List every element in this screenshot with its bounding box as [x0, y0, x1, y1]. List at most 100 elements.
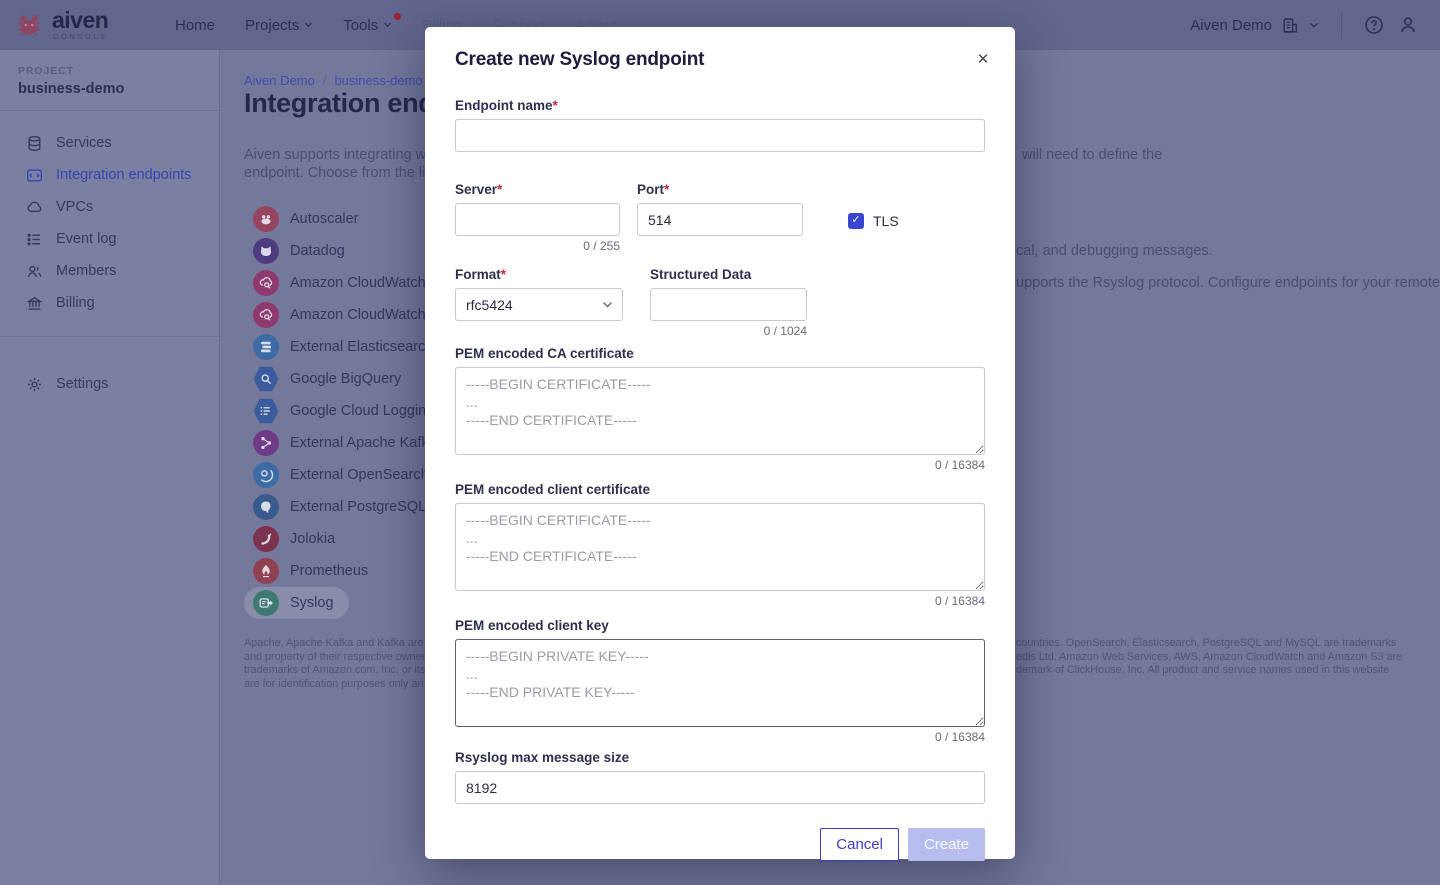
amazon-cloudwatch-logs-icon — [253, 270, 279, 296]
intro-text-line1-right: will need to define the — [1022, 147, 1162, 163]
integration-label: External Elasticsearch — [290, 339, 433, 355]
project-section-label: PROJECT — [18, 65, 201, 77]
eventlog-icon — [26, 231, 43, 248]
close-icon[interactable]: ✕ — [971, 47, 995, 71]
sidebar-item-members[interactable]: Members — [0, 255, 219, 287]
integration-label: Jolokia — [290, 531, 335, 547]
integration-item-google-cloud-logging[interactable]: Google Cloud Logging — [244, 395, 449, 427]
sidebar-item-vpcs[interactable]: VPCs — [0, 191, 219, 223]
required-mark: * — [664, 182, 669, 197]
members-icon — [26, 263, 43, 280]
integration-item-jolokia[interactable]: Jolokia — [244, 523, 350, 555]
integration-item-syslog[interactable]: Syslog — [244, 587, 349, 619]
tls-checkbox-group[interactable]: ✓ TLS — [848, 204, 899, 237]
bank-icon — [26, 295, 43, 312]
sidebar-item-billing[interactable]: Billing — [0, 287, 219, 319]
sidebar-item-settings[interactable]: Settings — [0, 368, 219, 400]
breadcrumb-project-link[interactable]: business-demo — [334, 73, 422, 88]
breadcrumb-org-link[interactable]: Aiven Demo — [244, 73, 315, 88]
nav-item-tools[interactable]: Tools — [343, 17, 392, 34]
chevron-down-icon — [602, 301, 613, 309]
gear-icon — [26, 376, 43, 393]
integration-item-autoscaler[interactable]: Autoscaler — [244, 203, 374, 235]
client-key-char-counter: 0 / 16384 — [455, 730, 985, 744]
aiven-logo[interactable]: aiven CONSOLE — [0, 9, 161, 41]
create-button[interactable]: Create — [908, 828, 985, 861]
google-cloud-logging-icon — [253, 398, 279, 424]
crab-logo-icon — [14, 11, 44, 39]
integration-item-external-postgresql[interactable]: External PostgreSQL — [244, 491, 441, 523]
sidebar-item-label: Services — [56, 135, 112, 151]
organization-selector[interactable]: Aiven Demo — [1190, 16, 1319, 35]
server-input[interactable] — [455, 203, 620, 236]
sidebar-item-label: VPCs — [56, 199, 93, 215]
datadog-icon — [253, 238, 279, 264]
brand-subtitle: CONSOLE — [53, 32, 108, 41]
intro-text-line1: Aiven supports integrating with — [244, 147, 441, 163]
syslog-description-fragment: cal, and debugging messages. — [1016, 243, 1213, 259]
integration-label: Prometheus — [290, 563, 368, 579]
port-input[interactable] — [637, 203, 803, 236]
ca-certificate-label: PEM encoded CA certificate — [455, 346, 985, 361]
project-sidebar: PROJECT business-demo Services Integratio… — [0, 50, 220, 885]
user-menu-button[interactable] — [1398, 15, 1418, 35]
help-button[interactable] — [1364, 15, 1384, 35]
chevron-down-icon — [1309, 22, 1319, 29]
ca-certificate-textarea[interactable] — [455, 367, 985, 455]
endpoint-name-label: Endpoint name — [455, 98, 553, 113]
sidebar-nav: Services Integration endpoints VPCs Event l… — [0, 111, 219, 319]
integration-item-external-apache-kafka[interactable]: External Apache Kafka — [244, 427, 452, 459]
legal-footer-right: countries. OpenSearch, Elasticsearch, Po… — [1016, 637, 1402, 678]
nav-item-home[interactable]: Home — [175, 17, 215, 34]
required-mark: * — [553, 98, 558, 113]
legal-text-line: countries. OpenSearch, Elasticsearch, Po… — [1016, 637, 1402, 651]
jolokia-icon — [253, 526, 279, 552]
integration-item-external-opensearch[interactable]: External OpenSearch — [244, 459, 444, 491]
format-label: Format — [455, 267, 501, 282]
ca-certificate-char-counter: 0 / 16384 — [455, 458, 985, 472]
navbar-right: Aiven Demo — [1190, 11, 1440, 39]
external-opensearch-icon — [253, 462, 279, 488]
autoscaler-icon — [253, 206, 279, 232]
max-message-size-input[interactable] — [455, 771, 985, 804]
format-selected-value: rfc5424 — [466, 297, 513, 313]
sidebar-item-label: Event log — [56, 231, 116, 247]
help-icon — [1364, 15, 1384, 35]
integration-label: External PostgreSQL — [290, 499, 426, 515]
intro-text-line2: endpoint. Choose from the list — [244, 165, 437, 181]
client-certificate-label: PEM encoded client certificate — [455, 482, 985, 497]
tls-checkbox[interactable]: ✓ — [848, 213, 864, 229]
cancel-button[interactable]: Cancel — [820, 828, 899, 861]
sidebar-item-services[interactable]: Services — [0, 127, 219, 159]
endpoint-name-input[interactable] — [455, 119, 985, 152]
integration-item-google-bigquery[interactable]: Google BigQuery — [244, 363, 416, 395]
sidebar-item-event-log[interactable]: Event log — [0, 223, 219, 255]
modal-title: Create new Syslog endpoint — [455, 49, 985, 71]
client-certificate-textarea[interactable] — [455, 503, 985, 591]
nav-item-projects[interactable]: Projects — [245, 17, 313, 34]
integration-item-prometheus[interactable]: Prometheus — [244, 555, 383, 587]
organization-name: Aiven Demo — [1190, 17, 1272, 34]
tls-label: TLS — [873, 213, 899, 229]
legal-text-line: are for identification purposes only an — [244, 678, 425, 692]
user-icon — [1398, 15, 1418, 35]
legal-text-line: trademarks of Amazon.com, Inc. or its — [244, 664, 425, 678]
sidebar-item-integration-endpoints[interactable]: Integration endpoints — [0, 159, 219, 191]
required-mark: * — [497, 182, 502, 197]
navbar-divider — [1341, 11, 1342, 39]
server-label: Server — [455, 182, 497, 197]
sidebar-item-label: Billing — [56, 295, 95, 311]
client-key-textarea[interactable] — [455, 639, 985, 727]
sidebar-divider — [0, 336, 219, 337]
amazon-cloudwatch-metrics-icon — [253, 302, 279, 328]
cloud-icon — [26, 199, 43, 216]
integration-item-external-elasticsearch[interactable]: External Elasticsearch — [244, 331, 448, 363]
format-select[interactable]: rfc5424 — [455, 288, 623, 321]
structured-data-input[interactable] — [650, 288, 807, 321]
project-name: business-demo — [18, 81, 201, 97]
legal-text-line: demark of ClickHouse, Inc. All product a… — [1016, 664, 1402, 678]
external-postgresql-icon — [253, 494, 279, 520]
google-bigquery-icon — [253, 366, 279, 392]
legal-text-line: edis Ltd. Amazon Web Services, AWS, Amaz… — [1016, 651, 1402, 665]
integration-item-datadog[interactable]: Datadog — [244, 235, 360, 267]
